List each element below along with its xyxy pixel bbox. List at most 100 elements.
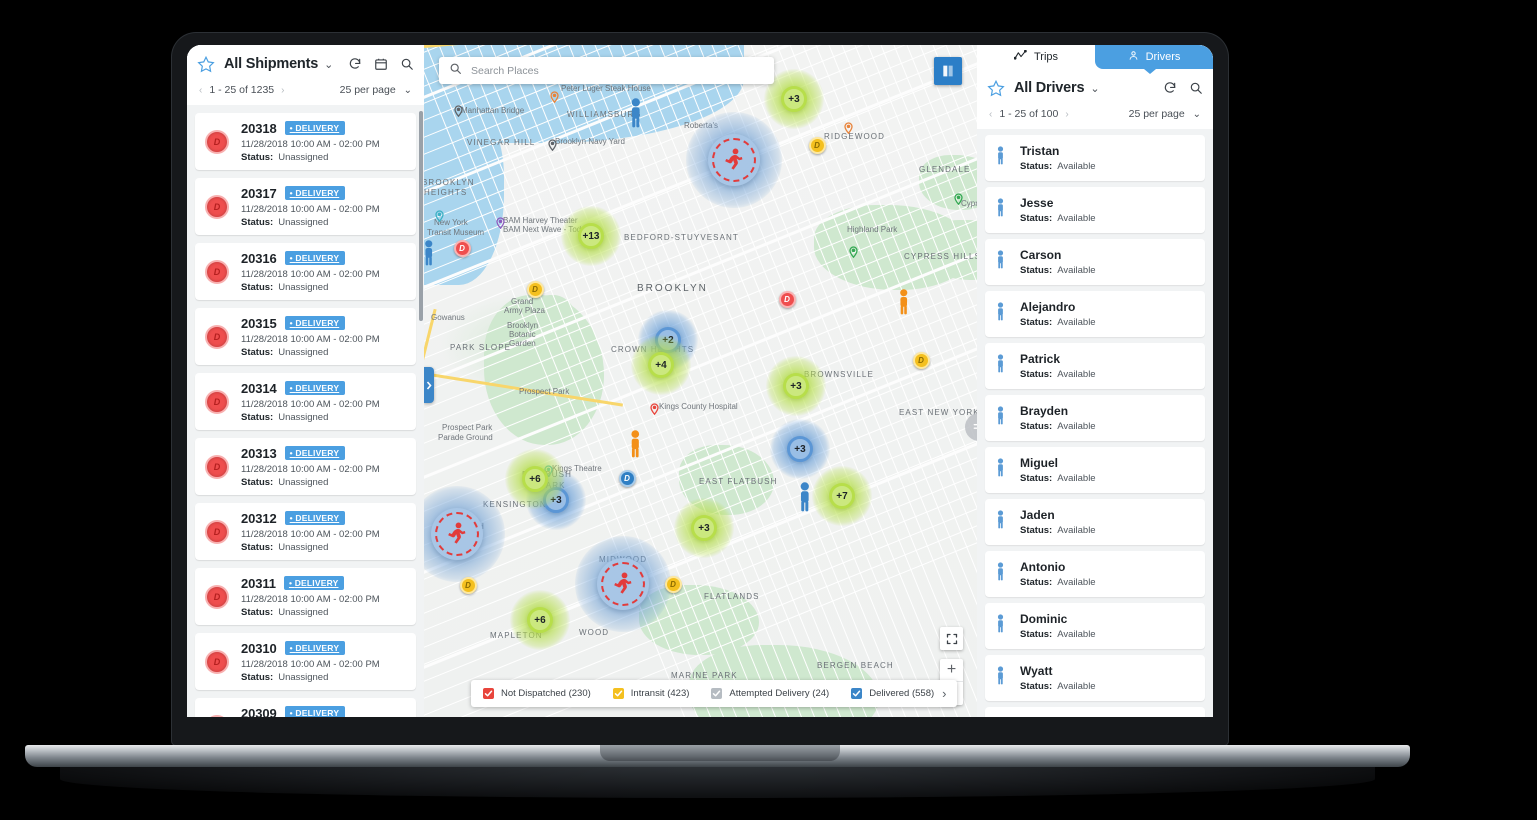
driver-card[interactable]: Patrick Status: Available	[985, 343, 1205, 389]
driver-card[interactable]: Tristan Status: Available	[985, 135, 1205, 181]
map-runner-marker[interactable]	[424, 485, 506, 583]
calendar-icon[interactable]	[374, 57, 388, 71]
map-cluster-marker[interactable]: +3	[764, 69, 824, 129]
shipment-card[interactable]: D 20312 DELIVERY 11/28/2018 10:00 AM - 02:0…	[195, 503, 416, 560]
star-outline-icon[interactable]	[987, 79, 1005, 97]
fullscreen-icon[interactable]	[940, 627, 963, 650]
zoom-in-button[interactable]: +	[940, 659, 963, 682]
map-label: BROOKLYN	[637, 283, 708, 294]
legend-more-chevron-icon[interactable]: ›	[942, 686, 946, 701]
legend-item[interactable]: Not Dispatched (230)	[483, 688, 591, 699]
map-search-bar[interactable]	[439, 57, 774, 84]
map-driver-person-icon[interactable]	[897, 289, 911, 315]
shipment-card[interactable]: D 20316 DELIVERY 11/28/2018 10:00 AM - 02:0…	[195, 243, 416, 300]
map-runner-marker[interactable]	[574, 535, 672, 633]
pager-next-button[interactable]: ›	[281, 85, 284, 96]
tab-trips[interactable]: Trips	[977, 45, 1095, 69]
search-icon[interactable]	[400, 57, 414, 71]
shipment-card[interactable]: D 20318 DELIVERY 11/28/2018 10:00 AM - 02:0…	[195, 113, 416, 170]
map-cluster-marker[interactable]: +7	[812, 466, 872, 526]
driver-card[interactable]: Miguel Status: Available	[985, 447, 1205, 493]
drivers-header-actions	[1163, 81, 1203, 95]
driver-card[interactable]: Jaden Status: Available	[985, 499, 1205, 545]
map-driver-person-icon[interactable]	[797, 482, 813, 512]
shipment-card[interactable]: D 20315 DELIVERY 11/28/2018 10:00 AM - 02:0…	[195, 308, 416, 365]
map-label: Brooklyn Navy Yard	[555, 137, 625, 146]
legend-checkbox[interactable]	[711, 688, 723, 699]
drivers-panel: Trips Drivers All Drivers ⌄ ‹ 1 - 25 of …	[977, 45, 1213, 717]
map-cluster-marker[interactable]: +6	[505, 449, 565, 509]
refresh-icon[interactable]	[348, 57, 362, 71]
shipment-card[interactable]: D 20311 DELIVERY 11/28/2018 10:00 AM - 02:0…	[195, 568, 416, 625]
map-cluster-marker[interactable]: +3	[674, 498, 734, 558]
legend-item[interactable]: Intransit (423)	[612, 688, 689, 699]
tab-drivers-label: Drivers	[1145, 51, 1181, 63]
shipment-status-marker-icon: D	[205, 649, 229, 674]
chevron-down-icon[interactable]: ⌄	[324, 58, 333, 71]
map-area[interactable]: WILLIAMSBURG VINEGAR HILL BROOKLYN HEIGHTS R…	[424, 45, 977, 717]
legend-checkbox[interactable]	[612, 688, 624, 699]
map-layers-icon[interactable]	[934, 57, 962, 85]
map-driver-person-icon[interactable]	[424, 240, 436, 266]
map-canvas[interactable]: WILLIAMSBURG VINEGAR HILL BROOKLYN HEIGHTS R…	[424, 45, 977, 717]
shipment-card[interactable]: D 20310 DELIVERY 11/28/2018 10:00 AM - 02:0…	[195, 633, 416, 690]
map-delivery-pin[interactable]: D	[526, 280, 544, 298]
driver-status: Status: Available	[1020, 629, 1096, 640]
driver-card[interactable]: Carson Status: Available	[985, 239, 1205, 285]
pager-prev-button[interactable]: ‹	[199, 85, 202, 96]
pager-prev-button[interactable]: ‹	[989, 109, 992, 120]
driver-status: Status: Available	[1020, 577, 1096, 588]
shipments-panel-title: All Shipments	[224, 56, 319, 72]
map-delivery-pin[interactable]: D	[664, 575, 682, 593]
left-panel-collapse-handle[interactable]	[424, 367, 434, 403]
map-status-legend[interactable]: Not Dispatched (230) Intransit (423) Attem…	[471, 680, 957, 707]
legend-item[interactable]: Delivered (558)	[851, 688, 934, 699]
search-icon[interactable]	[1189, 81, 1203, 95]
map-cluster-marker[interactable]: +13	[561, 206, 621, 266]
map-driver-person-icon[interactable]	[628, 98, 644, 128]
shipments-list[interactable]: D 20318 DELIVERY 11/28/2018 10:00 AM - 02:0…	[187, 105, 424, 717]
shipment-time-window: 11/28/2018 10:00 AM - 02:00 PM	[241, 463, 380, 475]
shipment-card[interactable]: D 20317 DELIVERY 11/28/2018 10:00 AM - 02:0…	[195, 178, 416, 235]
per-page-selector[interactable]: 25 per page ⌄	[1129, 108, 1201, 120]
star-outline-icon[interactable]	[197, 55, 215, 73]
map-label: CYPRESS HILLS	[904, 252, 977, 261]
map-delivery-pin[interactable]: D	[453, 239, 471, 257]
shipments-panel-header: All Shipments ⌄	[187, 45, 424, 81]
per-page-selector[interactable]: 25 per page ⌄	[340, 84, 412, 96]
map-delivery-pin[interactable]: D	[778, 290, 796, 308]
legend-item[interactable]: Attempted Delivery (24)	[711, 688, 829, 699]
search-input[interactable]	[471, 64, 764, 77]
driver-card[interactable]: Jesse Status: Available	[985, 187, 1205, 233]
tab-drivers[interactable]: Drivers	[1095, 45, 1213, 69]
map-delivery-pin[interactable]: D	[459, 576, 477, 594]
map-delivery-pin[interactable]: D	[808, 136, 826, 154]
driver-card[interactable]: Wyatt Status: Available	[985, 655, 1205, 701]
map-delivery-pin[interactable]: D	[912, 351, 930, 369]
shipment-card[interactable]: D 20313 DELIVERY 11/28/2018 10:00 AM - 02:0…	[195, 438, 416, 495]
drivers-list[interactable]: Tristan Status: Available Jesse Status: Avail…	[977, 129, 1213, 717]
shipments-scrollbar[interactable]	[419, 111, 423, 321]
map-driver-person-icon[interactable]	[628, 430, 643, 458]
map-cluster-marker[interactable]: +3	[766, 356, 826, 416]
map-runner-marker[interactable]	[685, 111, 783, 209]
driver-card[interactable]: Dominic Status: Available	[985, 603, 1205, 649]
map-delivery-pin[interactable]: D	[618, 469, 636, 487]
driver-card[interactable]: Antonio Status: Available	[985, 551, 1205, 597]
map-cluster-marker[interactable]: +3	[770, 419, 830, 479]
shipment-card[interactable]: D 20314 DELIVERY 11/28/2018 10:00 AM - 02:0…	[195, 373, 416, 430]
driver-card[interactable]: CarterStatus:Available	[985, 707, 1205, 717]
map-cluster-marker[interactable]: +4	[631, 335, 691, 395]
chevron-down-icon[interactable]: ⌄	[1090, 82, 1099, 95]
legend-checkbox[interactable]	[483, 688, 494, 699]
refresh-icon[interactable]	[1163, 81, 1177, 95]
shipment-details: 20309DELIVERY11/28/2018 10:00 AM - 02:00…	[241, 706, 380, 717]
panel-tabs: Trips Drivers	[977, 45, 1213, 69]
pager-next-button[interactable]: ›	[1065, 109, 1068, 120]
legend-checkbox[interactable]	[851, 688, 863, 699]
driver-card[interactable]: Alejandro Status: Available	[985, 291, 1205, 337]
shipment-card[interactable]: D20309DELIVERY11/28/2018 10:00 AM - 02:0…	[195, 698, 416, 717]
shipment-type-badge: DELIVERY	[284, 511, 346, 525]
driver-card[interactable]: Brayden Status: Available	[985, 395, 1205, 441]
map-cluster-marker[interactable]: +6	[510, 590, 570, 650]
